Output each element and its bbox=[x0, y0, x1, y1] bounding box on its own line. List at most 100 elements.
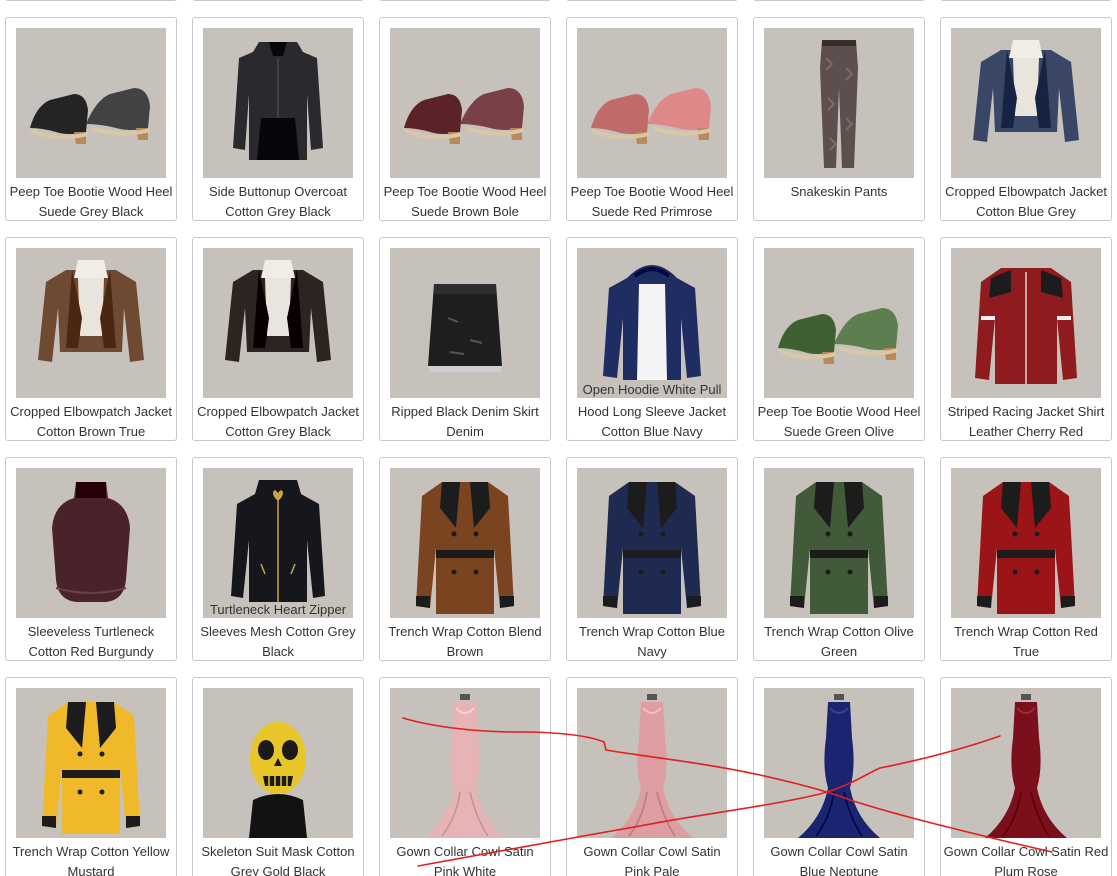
item-title: Peep Toe Bootie Wood Heel Suede Grey Bla… bbox=[9, 184, 173, 219]
item-title: Cropped Elbowpatch Jacket Cotton Blue Gr… bbox=[945, 184, 1107, 219]
item-title: Side Buttonup Overcoat Cotton Grey Black bbox=[208, 184, 348, 219]
item-thumbnail[interactable] bbox=[390, 688, 540, 838]
item-thumbnail[interactable] bbox=[951, 468, 1101, 618]
shoe-icon bbox=[404, 88, 524, 144]
item-card[interactable]: Cropped Elbowpatch Jacket Cotton Brown T… bbox=[5, 237, 177, 441]
item-thumbnail[interactable] bbox=[390, 248, 540, 398]
item-card[interactable]: Sleeveless Turtleneck Cotton Red Burgund… bbox=[5, 457, 177, 661]
item-title: Trench Wrap Cotton Olive Green bbox=[764, 624, 914, 659]
item-thumbnail[interactable] bbox=[764, 28, 914, 178]
card-partial-top[interactable] bbox=[940, 0, 1112, 1]
jacket-icon bbox=[973, 40, 1079, 142]
item-title: Peep Toe Bootie Wood Heel Suede Red Prim… bbox=[570, 184, 734, 219]
card-partial-top[interactable] bbox=[5, 0, 177, 1]
item-title: Trench Wrap Cotton Red True bbox=[954, 624, 1098, 659]
item-thumbnail[interactable] bbox=[764, 248, 914, 398]
item-title: Peep Toe Bootie Wood Heel Suede Brown Bo… bbox=[383, 184, 547, 219]
trench-icon bbox=[42, 702, 140, 834]
item-thumbnail[interactable] bbox=[764, 688, 914, 838]
item-card[interactable]: Gown Collar Cowl Satin Pink White bbox=[379, 677, 551, 876]
item-thumbnail[interactable] bbox=[764, 468, 914, 618]
trench-icon bbox=[790, 482, 888, 614]
top-icon bbox=[52, 482, 130, 602]
item-card[interactable]: Cropped Elbowpatch Jacket Cotton Grey Bl… bbox=[192, 237, 364, 441]
card-partial-top[interactable] bbox=[379, 0, 551, 1]
item-overlay-text: Open Hoodie White Pull bbox=[582, 382, 722, 397]
racing-jacket-icon bbox=[975, 268, 1077, 384]
item-thumbnail[interactable] bbox=[577, 28, 727, 178]
item-card[interactable]: Peep Toe Bootie Wood Heel Suede Red Prim… bbox=[566, 17, 738, 221]
item-card[interactable]: Gown Collar Cowl Satin Red Plum Rose bbox=[940, 677, 1112, 876]
item-title: Sleeves Mesh Cotton Grey Black bbox=[200, 624, 356, 659]
trench-icon bbox=[977, 482, 1075, 614]
item-card[interactable]: Turtleneck Heart Zipper Sleeves Mesh Cott… bbox=[192, 457, 364, 661]
item-title: Gown Collar Cowl Satin Red Plum Rose bbox=[943, 844, 1109, 876]
shoe-icon bbox=[591, 88, 711, 144]
item-title: Gown Collar Cowl Satin Pink White bbox=[396, 844, 534, 876]
item-card[interactable]: Trench Wrap Cotton Blue Navy bbox=[566, 457, 738, 661]
item-title: Cropped Elbowpatch Jacket Cotton Brown T… bbox=[10, 404, 172, 439]
item-title: Gown Collar Cowl Satin Pink Pale bbox=[583, 844, 721, 876]
item-card[interactable]: Ripped Black Denim Skirt Denim bbox=[379, 237, 551, 441]
item-thumbnail[interactable] bbox=[577, 688, 727, 838]
item-thumbnail[interactable]: Open Hoodie White Pull bbox=[577, 248, 727, 398]
item-title: Trench Wrap Cotton Yellow Mustard bbox=[12, 844, 170, 876]
item-title: Hood Long Sleeve Jacket Cotton Blue Navy bbox=[577, 404, 727, 439]
item-title: Cropped Elbowpatch Jacket Cotton Grey Bl… bbox=[197, 404, 359, 439]
item-thumbnail[interactable] bbox=[203, 28, 353, 178]
item-thumbnail[interactable] bbox=[16, 468, 166, 618]
item-card[interactable]: Trench Wrap Cotton Yellow Mustard bbox=[5, 677, 177, 876]
item-thumbnail[interactable] bbox=[16, 688, 166, 838]
item-card[interactable]: Peep Toe Bootie Wood Heel Suede Brown Bo… bbox=[379, 17, 551, 221]
item-thumbnail[interactable] bbox=[16, 28, 166, 178]
item-title: Striped Racing Jacket Shirt Leather Cher… bbox=[947, 404, 1105, 439]
card-partial-top[interactable] bbox=[192, 0, 364, 1]
clothing-grid: Peep Toe Bootie Wood Heel Suede Grey Bla… bbox=[0, 0, 1117, 876]
item-card[interactable]: Side Buttonup Overcoat Cotton Grey Black bbox=[192, 17, 364, 221]
gown-icon bbox=[985, 694, 1067, 838]
item-thumbnail[interactable] bbox=[951, 688, 1101, 838]
item-thumbnail[interactable] bbox=[390, 28, 540, 178]
item-card[interactable]: Striped Racing Jacket Shirt Leather Cher… bbox=[940, 237, 1112, 441]
item-title: Skeleton Suit Mask Cotton Grey Gold Blac… bbox=[201, 844, 355, 876]
card-partial-top[interactable] bbox=[753, 0, 925, 1]
item-card[interactable]: Gown Collar Cowl Satin Blue Neptune bbox=[753, 677, 925, 876]
item-thumbnail[interactable] bbox=[951, 28, 1101, 178]
coat-icon bbox=[233, 42, 323, 160]
item-title: Peep Toe Bootie Wood Heel Suede Green Ol… bbox=[757, 404, 921, 439]
item-card[interactable]: Peep Toe Bootie Wood Heel Suede Green Ol… bbox=[753, 237, 925, 441]
pants-icon bbox=[820, 40, 858, 168]
item-thumbnail[interactable] bbox=[203, 248, 353, 398]
card-partial-top[interactable] bbox=[566, 0, 738, 1]
trench-icon bbox=[416, 482, 514, 614]
item-thumbnail[interactable] bbox=[203, 688, 353, 838]
item-title: Trench Wrap Cotton Blend Brown bbox=[388, 624, 542, 659]
shoe-icon bbox=[30, 88, 150, 144]
item-title: Trench Wrap Cotton Blue Navy bbox=[579, 624, 725, 659]
item-card[interactable]: Trench Wrap Cotton Olive Green bbox=[753, 457, 925, 661]
item-title: Ripped Black Denim Skirt Denim bbox=[391, 404, 539, 439]
item-title: Gown Collar Cowl Satin Blue Neptune bbox=[770, 844, 908, 876]
item-card[interactable]: Trench Wrap Cotton Blend Brown bbox=[379, 457, 551, 661]
item-thumbnail[interactable]: Turtleneck Heart Zipper bbox=[203, 468, 353, 618]
item-thumbnail[interactable] bbox=[577, 468, 727, 618]
item-card[interactable]: Cropped Elbowpatch Jacket Cotton Blue Gr… bbox=[940, 17, 1112, 221]
gown-icon bbox=[798, 694, 880, 838]
gown-icon bbox=[611, 694, 693, 838]
item-thumbnail[interactable] bbox=[390, 468, 540, 618]
item-thumbnail[interactable] bbox=[951, 248, 1101, 398]
item-card[interactable]: Trench Wrap Cotton Red True bbox=[940, 457, 1112, 661]
zip-coat-icon bbox=[231, 480, 325, 602]
shoe-icon bbox=[778, 308, 898, 364]
jacket-icon bbox=[38, 260, 144, 362]
item-card[interactable]: Gown Collar Cowl Satin Pink Pale bbox=[566, 677, 738, 876]
item-overlay-text: Turtleneck Heart Zipper bbox=[209, 602, 347, 617]
jacket-icon bbox=[225, 260, 331, 362]
item-card[interactable]: Snakeskin Pants bbox=[753, 17, 925, 221]
trench-icon bbox=[603, 482, 701, 614]
item-card[interactable]: Open Hoodie White Pull Hood Long Sleeve J… bbox=[566, 237, 738, 441]
item-card[interactable]: Peep Toe Bootie Wood Heel Suede Grey Bla… bbox=[5, 17, 177, 221]
item-title: Sleeveless Turtleneck Cotton Red Burgund… bbox=[27, 624, 155, 659]
item-card[interactable]: Skeleton Suit Mask Cotton Grey Gold Blac… bbox=[192, 677, 364, 876]
item-thumbnail[interactable] bbox=[16, 248, 166, 398]
